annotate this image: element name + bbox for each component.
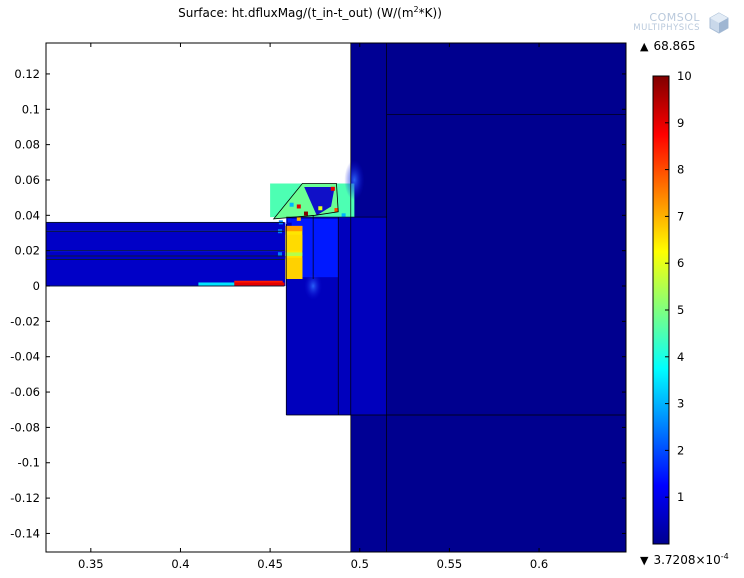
x-tick-label: 0.35	[78, 557, 104, 571]
hot-spot	[341, 213, 346, 218]
colorbar-tick-label: 8	[677, 163, 684, 177]
hot-spot	[303, 211, 308, 216]
colorbar-tick-label: 7	[677, 209, 684, 223]
triangle-up-icon: ▲	[640, 40, 649, 53]
hot-stripe	[234, 282, 285, 287]
y-tick-label: -0.08	[10, 420, 40, 434]
region-wall-inner-column	[386, 43, 626, 552]
y-tick-label: -0.04	[10, 350, 40, 364]
plot-svg: 0.35 0.4 0.45 0.5 0.55 0.6 0.12 0.1 0.08 0.06 0.0…	[10, 42, 692, 571]
hot-spot	[289, 202, 294, 207]
colorbar-tick-label: 9	[677, 116, 684, 130]
colorbar-tick-label: 3	[677, 397, 684, 411]
hot-stripe	[285, 257, 303, 279]
region-glazing-panel-top	[46, 222, 286, 260]
colorbar-tick-label: 2	[677, 443, 684, 457]
hot-stripe	[198, 282, 235, 287]
x-tick-label: 0.45	[257, 557, 283, 571]
hot-stripe	[285, 234, 303, 251]
hot-spot	[330, 186, 335, 191]
y-tick-label: 0.1	[22, 102, 40, 116]
x-tick-label: 0.6	[530, 557, 548, 571]
x-tick-label: 0.55	[437, 557, 463, 571]
hot-spot	[296, 216, 301, 221]
colorbar-max-label: ▲ 68.865	[640, 39, 696, 53]
colorbar-tick-label: 6	[677, 256, 684, 270]
triangle-down-icon: ▼	[640, 554, 649, 567]
y-tick-label: 0.06	[14, 173, 40, 187]
hot-stripe	[285, 225, 303, 232]
colorbar-min-label: ▼ 3.7208×10-4	[640, 552, 729, 567]
y-tick-label: 0.04	[14, 208, 40, 222]
y-tick-label: -0.14	[10, 526, 40, 540]
x-tick-label: 0.4	[171, 557, 189, 571]
colorbar-tick-label: 4	[677, 350, 684, 364]
y-tick-label: 0.12	[14, 67, 40, 81]
hot-spot	[287, 218, 292, 223]
y-tick-label: -0.1	[18, 456, 40, 470]
hot-stripe	[285, 252, 303, 256]
colorbar: 1 2 3 4 5 6 7 8 9 10	[652, 69, 692, 545]
heatmap-field	[46, 43, 626, 552]
hot-spot	[318, 206, 323, 211]
colorbar-tick-label: 1	[677, 490, 684, 504]
glow-spot-upper	[344, 159, 365, 200]
colorbar-tick-label: 5	[677, 303, 684, 317]
x-tick-label: 0.5	[351, 557, 369, 571]
y-tick-label: -0.02	[10, 314, 40, 328]
y-tick-label: 0.02	[14, 244, 40, 258]
y-tick-label: -0.12	[10, 491, 40, 505]
y-tick-label: -0.06	[10, 385, 40, 399]
colorbar-tick-label: 10	[677, 69, 692, 83]
y-tick-label: 0	[33, 279, 40, 293]
y-tick-label: 0.08	[14, 138, 40, 152]
hot-spot	[296, 204, 301, 209]
